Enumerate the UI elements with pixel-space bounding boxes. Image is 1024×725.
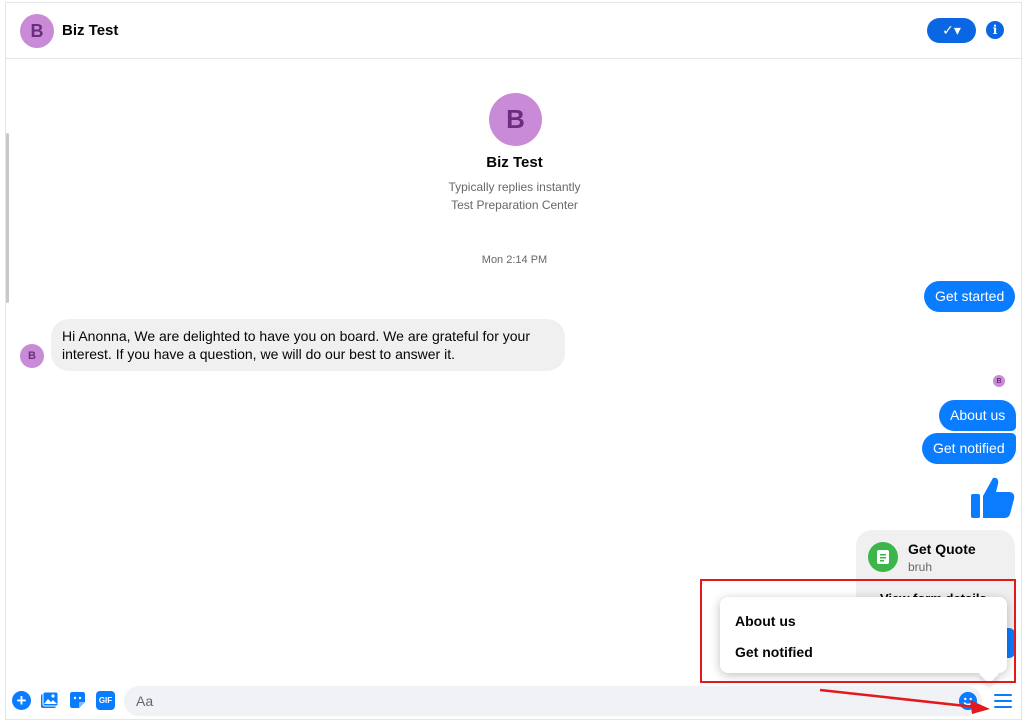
header-title[interactable]: Biz Test [62,22,118,39]
header-avatar[interactable]: B [20,14,54,48]
incoming-message[interactable]: Hi Anonna, We are delighted to have you … [51,319,565,371]
profile-category: Test Preparation Center [451,198,578,212]
outgoing-message[interactable]: Get started [924,281,1016,312]
profile-avatar: B [489,93,542,146]
sender-avatar: B [20,344,44,368]
profile-reply-status: Typically replies instantly [448,180,581,194]
info-icon[interactable]: i [986,21,1004,39]
chat-header: B Biz Test ✓▾ i [6,3,1021,59]
annotation-highlight-box [700,579,1016,683]
outgoing-message[interactable]: Get notified [922,433,1016,464]
persistent-menu-icon[interactable] [993,692,1013,710]
read-receipt-avatar: B [993,375,1005,387]
gif-icon[interactable]: GIF [96,691,115,710]
quote-subtitle: bruh [908,560,933,574]
emoji-icon[interactable] [959,692,977,710]
photo-icon[interactable] [40,691,59,710]
composer-bar: + GIF [6,683,1021,719]
form-icon [868,542,898,572]
profile-name: Biz Test [486,154,543,171]
message-input[interactable] [124,686,982,716]
sticker-icon[interactable] [68,691,87,710]
quote-title: Get Quote [908,541,976,557]
mark-done-button[interactable]: ✓▾ [927,18,976,43]
outgoing-message[interactable]: About us [939,400,1017,431]
plus-icon[interactable]: + [12,691,31,710]
thumbs-up-icon[interactable] [969,474,1015,520]
message-timestamp: Mon 2:14 PM [481,254,548,266]
